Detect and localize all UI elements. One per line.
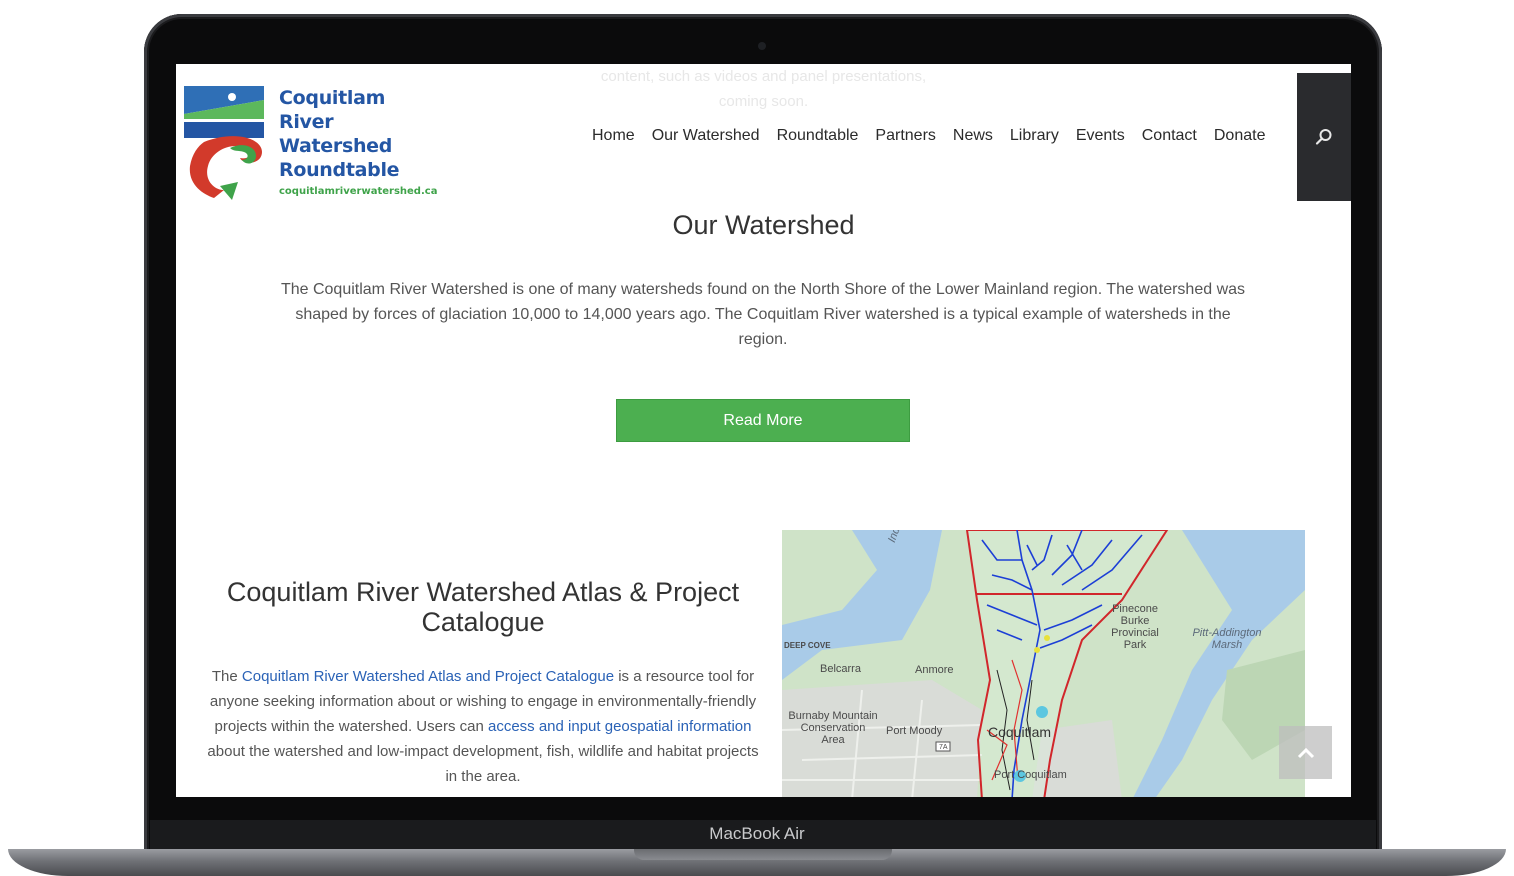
watershed-map[interactable]: Indian Arm DEEP COVE Belcarra Anmore Bur…	[782, 530, 1305, 797]
map-label-anmore: Anmore	[915, 664, 954, 676]
atlas-title: Coquitlam River Watershed Atlas & Projec…	[226, 577, 740, 637]
nav-item-events[interactable]: Events	[1076, 127, 1125, 145]
map-label-pitt-addington: Pitt-Addington Marsh	[1192, 627, 1262, 651]
device-label: MacBook Air	[709, 824, 805, 843]
map-label-highway: 7A	[939, 744, 948, 751]
map-label-belcarra: Belcarra	[820, 663, 861, 675]
map-label-burnaby-mountain: Burnaby Mountain Conservation Area	[788, 710, 878, 746]
main-nav: Home Our Watershed Roundtable Partners N…	[592, 127, 1282, 145]
back-to-top-button[interactable]	[1279, 726, 1332, 779]
map-label-port-moody: Port Moody	[886, 725, 943, 737]
roundtable-logo-icon	[184, 86, 264, 200]
section-title: Our Watershed	[672, 210, 855, 240]
logo-url: coquitlamriverwatershed.ca	[279, 186, 438, 197]
nav-item-news[interactable]: News	[953, 127, 993, 145]
logo-line: Coquitlam	[279, 87, 386, 109]
nav-item-our-watershed[interactable]: Our Watershed	[652, 127, 760, 145]
logo-line: River Watershed	[279, 111, 393, 157]
site-logo[interactable]: Coquitlam River Watershed Roundtable coq…	[184, 86, 437, 202]
logo-wordmark: Coquitlam River Watershed Roundtable coq…	[279, 86, 437, 197]
map-label-deep-cove: DEEP COVE	[784, 641, 831, 650]
nav-item-roundtable[interactable]: Roundtable	[777, 127, 859, 145]
geospatial-info-link[interactable]: access and input geospatial information	[488, 718, 752, 735]
atlas-text: about the watershed and low-impact devel…	[207, 743, 759, 785]
atlas-catalogue-link[interactable]: Coquitlam River Watershed Atlas and Proj…	[242, 668, 614, 685]
nav-item-partners[interactable]: Partners	[875, 127, 935, 145]
atlas-text: The	[211, 668, 242, 685]
nav-item-contact[interactable]: Contact	[1142, 127, 1197, 145]
map-label-coquitlam: Coquitlam	[988, 724, 1052, 740]
nav-item-library[interactable]: Library	[1010, 127, 1059, 145]
faded-line: content, such as videos and panel presen…	[600, 68, 927, 85]
laptop-notch	[634, 849, 892, 860]
nav-item-donate[interactable]: Donate	[1214, 127, 1266, 145]
search-icon	[1315, 129, 1332, 145]
map-label-pinecone-burke: Pinecone Burke Provincial Park	[1111, 603, 1159, 651]
read-more-button[interactable]: Read More	[616, 399, 910, 442]
nav-item-home[interactable]: Home	[592, 127, 635, 145]
browser-viewport: content, such as videos and panel presen…	[176, 64, 1351, 797]
atlas-description: The Coquitlam River Watershed Atlas and …	[206, 664, 760, 789]
logo-line: Roundtable	[279, 159, 400, 181]
camera-icon	[758, 42, 766, 50]
faded-line: coming soon.	[718, 93, 809, 110]
intro-text: The Coquitlam River Watershed is one of …	[280, 281, 1246, 348]
faded-announcement: content, such as videos and panel presen…	[576, 64, 951, 114]
search-button[interactable]	[1297, 73, 1351, 201]
chevron-up-icon	[1297, 747, 1314, 758]
map-label-port-coquitlam: Port Coquitlam	[994, 769, 1067, 781]
